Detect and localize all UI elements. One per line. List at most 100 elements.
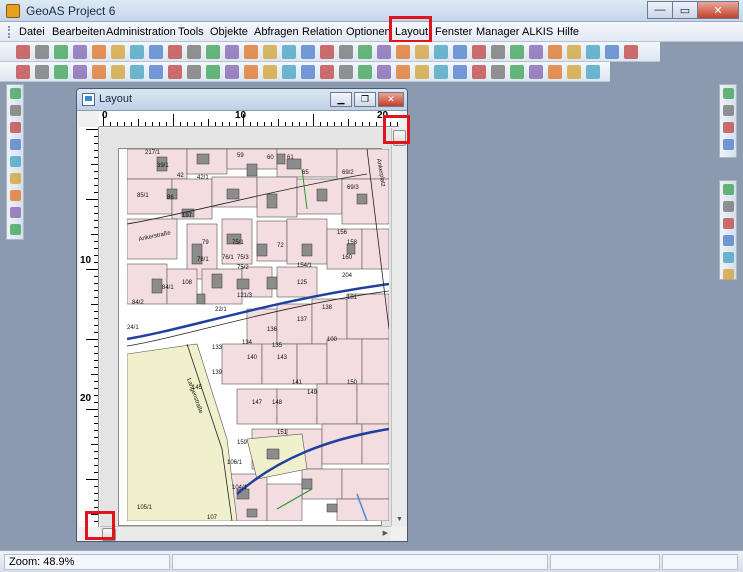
tool-icon[interactable] [35, 65, 49, 79]
side-tool-icon[interactable] [10, 122, 21, 133]
menu-alkis[interactable]: ALKIS [522, 26, 553, 38]
tool-icon[interactable] [377, 65, 391, 79]
tool-icon[interactable] [415, 45, 429, 59]
tool-icon[interactable] [491, 45, 505, 59]
tool-icon[interactable] [358, 45, 372, 59]
tool-icon[interactable] [415, 65, 429, 79]
menu-datei[interactable]: Datei [19, 26, 45, 38]
side-tool-icon[interactable] [10, 88, 21, 99]
layout-minimize-button[interactable]: ▁ [330, 92, 352, 107]
side-tool-icon[interactable] [723, 88, 734, 99]
menu-abfragen[interactable]: Abfragen [254, 26, 299, 38]
tool-icon[interactable] [263, 45, 277, 59]
tool-icon[interactable] [149, 65, 163, 79]
tool-icon[interactable] [453, 65, 467, 79]
side-tool-icon[interactable] [723, 235, 734, 246]
tool-icon[interactable] [529, 65, 543, 79]
side-tool-icon[interactable] [10, 139, 21, 150]
tool-icon[interactable] [168, 45, 182, 59]
tool-icon[interactable] [339, 65, 353, 79]
tool-icon[interactable] [149, 45, 163, 59]
tool-icon[interactable] [586, 45, 600, 59]
tool-icon[interactable] [510, 65, 524, 79]
menu-objekte[interactable]: Objekte [210, 26, 248, 38]
horizontal-scrollbar[interactable]: ▶ [100, 526, 391, 541]
menu-hilfe[interactable]: Hilfe [557, 26, 579, 38]
tool-icon[interactable] [168, 65, 182, 79]
side-tool-icon[interactable] [10, 105, 21, 116]
tool-icon[interactable] [472, 45, 486, 59]
layout-close-button[interactable]: ✕ [378, 92, 404, 107]
tool-icon[interactable] [54, 65, 68, 79]
layout-window-titlebar[interactable]: Layout ▁ ❐ ✕ [77, 89, 407, 111]
tool-icon[interactable] [567, 45, 581, 59]
scroll-down-arrow-icon[interactable]: ▼ [396, 516, 403, 523]
tool-icon[interactable] [491, 65, 505, 79]
tool-icon[interactable] [301, 65, 315, 79]
tool-icon[interactable] [16, 65, 30, 79]
tool-icon[interactable] [225, 65, 239, 79]
side-tool-icon[interactable] [723, 122, 734, 133]
tool-icon[interactable] [434, 45, 448, 59]
cadastral-map[interactable]: 217/1 39/1 42 42/1 59 60 61 65 69/2 69/3 85/1 86 197… [127, 149, 389, 521]
side-tool-icon[interactable] [723, 139, 734, 150]
scroll-right-arrow-icon[interactable]: ▶ [383, 529, 388, 537]
tool-icon[interactable] [73, 65, 87, 79]
side-tool-icon[interactable] [10, 207, 21, 218]
tool-icon[interactable] [320, 45, 334, 59]
side-tool-icon[interactable] [723, 105, 734, 116]
menu-administration[interactable]: Administration [106, 26, 176, 38]
tool-icon[interactable] [92, 45, 106, 59]
menu-fenster[interactable]: Fenster [435, 26, 472, 38]
menu-relation[interactable]: Relation [302, 26, 342, 38]
maximize-button[interactable]: ▭ [672, 1, 698, 19]
tool-icon[interactable] [434, 65, 448, 79]
tool-icon[interactable] [453, 45, 467, 59]
tool-icon[interactable] [16, 45, 30, 59]
layout-restore-button[interactable]: ❐ [354, 92, 376, 107]
tool-icon[interactable] [92, 65, 106, 79]
tool-icon[interactable] [396, 65, 410, 79]
side-tool-icon[interactable] [10, 190, 21, 201]
minimize-button[interactable]: — [647, 1, 673, 19]
tool-icon[interactable] [510, 45, 524, 59]
side-tool-icon[interactable] [723, 218, 734, 229]
tool-icon[interactable] [529, 45, 543, 59]
tool-icon[interactable] [244, 65, 258, 79]
close-button[interactable]: ✕ [697, 1, 739, 19]
tool-icon[interactable] [605, 45, 619, 59]
tool-icon[interactable] [73, 45, 87, 59]
side-tool-icon[interactable] [723, 184, 734, 195]
side-tool-icon[interactable] [723, 201, 734, 212]
menu-manager[interactable]: Manager [476, 26, 519, 38]
menu-optionen[interactable]: Optionen [346, 26, 391, 38]
menu-tools[interactable]: Tools [178, 26, 204, 38]
tool-icon[interactable] [130, 65, 144, 79]
tool-icon[interactable] [187, 45, 201, 59]
tool-icon[interactable] [206, 65, 220, 79]
layout-canvas[interactable]: 217/1 39/1 42 42/1 59 60 61 65 69/2 69/3 85/1 86 197… [100, 128, 400, 526]
tool-icon[interactable] [282, 65, 296, 79]
side-tool-icon[interactable] [10, 156, 21, 167]
tool-icon[interactable] [130, 45, 144, 59]
tool-icon[interactable] [548, 45, 562, 59]
tool-icon[interactable] [320, 65, 334, 79]
tool-icon[interactable] [358, 65, 372, 79]
tool-icon[interactable] [111, 65, 125, 79]
side-tool-icon[interactable] [723, 269, 734, 280]
tool-icon[interactable] [187, 65, 201, 79]
tool-icon[interactable] [111, 45, 125, 59]
tool-icon[interactable] [282, 45, 296, 59]
tool-icon[interactable] [567, 65, 581, 79]
tool-icon[interactable] [225, 45, 239, 59]
tool-icon[interactable] [377, 45, 391, 59]
side-tool-icon[interactable] [723, 252, 734, 263]
tool-icon[interactable] [263, 65, 277, 79]
side-tool-icon[interactable] [10, 224, 21, 235]
tool-icon[interactable] [206, 45, 220, 59]
tool-icon[interactable] [472, 65, 486, 79]
tool-icon[interactable] [396, 45, 410, 59]
tool-icon[interactable] [586, 65, 600, 79]
tool-icon[interactable] [548, 65, 562, 79]
tool-icon[interactable] [301, 45, 315, 59]
